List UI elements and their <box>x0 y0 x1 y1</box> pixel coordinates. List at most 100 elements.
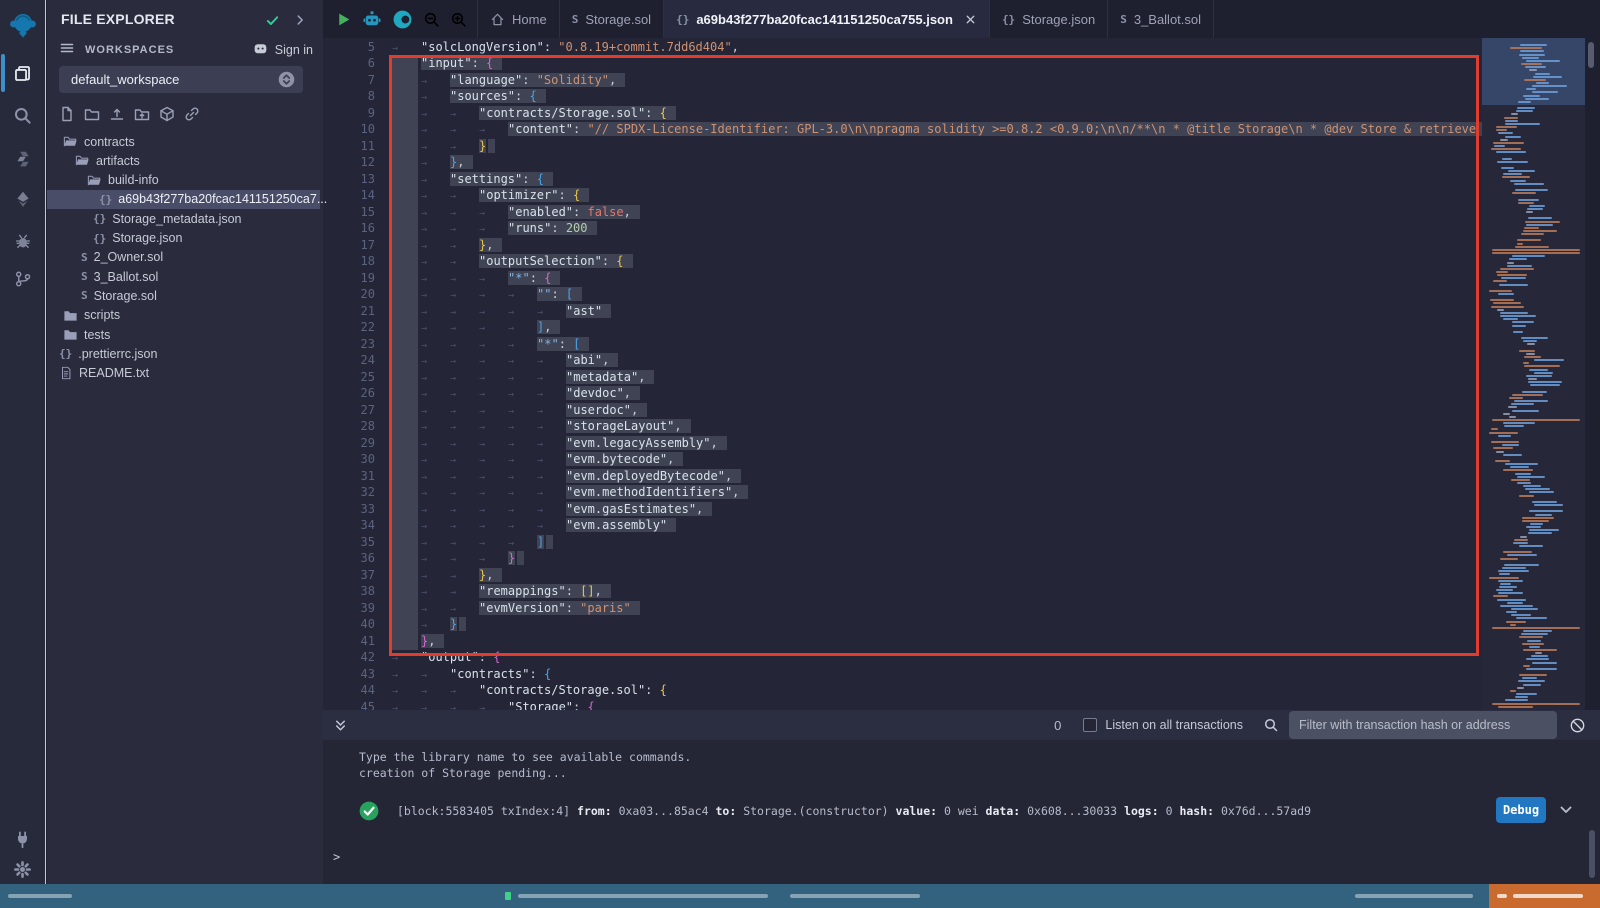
code-line: 19 →→→→"*": { <box>323 270 1482 287</box>
code-line: 20 →→→→→"": [ <box>323 286 1482 303</box>
run-icon[interactable] <box>335 11 352 28</box>
load-template-icon[interactable] <box>159 106 175 122</box>
activity-item-solidity-compiler[interactable] <box>0 142 45 176</box>
code-line: 28 →→→→→→"storageLayout", <box>323 418 1482 435</box>
tab-a69b43f277ba20fcac141151250ca755.json[interactable]: {}a69b43f277ba20fcac141151250ca755.json <box>664 0 990 38</box>
tree-item[interactable]: {}.prettierrc.json <box>47 344 320 363</box>
chevron-right-icon[interactable] <box>293 13 307 32</box>
activity-item-file-explorer[interactable] <box>0 56 45 90</box>
debug-button[interactable]: Debug <box>1496 797 1546 823</box>
toggle-icon[interactable] <box>392 9 413 30</box>
ai-assistant-icon[interactable] <box>362 9 382 29</box>
activity-item-git[interactable] <box>0 262 45 296</box>
terminal-panel: 0 Listen on all transactions Type the li… <box>323 710 1600 884</box>
status-item <box>790 894 920 898</box>
close-icon[interactable] <box>964 13 977 26</box>
code-line: 17 →→→}, <box>323 237 1482 254</box>
tree-item[interactable]: {}Storage_metadata.json <box>47 209 320 228</box>
upload-folder-icon[interactable] <box>134 106 150 122</box>
terminal-collapse-icon[interactable] <box>333 718 348 733</box>
terminal-scrollbar-thumb[interactable] <box>1589 830 1595 878</box>
code-line: 30 →→→→→→"evm.bytecode", <box>323 451 1482 468</box>
new-file-icon[interactable] <box>59 106 75 122</box>
zoom-out-icon[interactable] <box>423 11 440 28</box>
activity-item-plugin-manager[interactable] <box>0 822 45 856</box>
code-line: 21 →→→→→→"ast" <box>323 303 1482 320</box>
editor-scrollbar-thumb[interactable] <box>1588 42 1594 68</box>
tree-item[interactable]: S3_Ballot.sol <box>47 267 320 286</box>
tab-Home[interactable]: Home <box>477 0 560 38</box>
search-icon[interactable] <box>1263 717 1279 733</box>
code-line: 9 →→→"contracts/Storage.sol": { <box>323 105 1482 122</box>
code-line: 44 →→→"contracts/Storage.sol": { <box>323 682 1482 699</box>
code-line: 23 →→→→→"*": [ <box>323 336 1482 353</box>
code-line: 29 →→→→→→"evm.legacyAssembly", <box>323 435 1482 452</box>
code-editor[interactable]: 4 →"solcVersion": "0.8.19", 5 →"solcLong… <box>323 38 1482 710</box>
hamburger-menu-icon[interactable] <box>59 40 75 61</box>
workspace-select[interactable]: default_workspace <box>59 66 303 93</box>
import-url-icon[interactable] <box>184 106 200 122</box>
tree-item[interactable]: S2_Owner.sol <box>47 248 320 267</box>
activity-bar <box>0 0 46 884</box>
tree-item[interactable]: {}Storage.json <box>47 229 320 248</box>
transaction-count-badge: 0 <box>1054 718 1061 733</box>
terminal-line: Type the library name to see available c… <box>359 750 691 764</box>
code-line: 25 →→→→→→"metadata", <box>323 369 1482 386</box>
minimap[interactable] <box>1482 38 1585 710</box>
code-line: 12 →→}, <box>323 154 1482 171</box>
code-line: 15 →→→→"enabled": false, <box>323 204 1482 221</box>
workspaces-label: WORKSPACES <box>85 44 174 56</box>
tree-item[interactable]: tests <box>47 325 320 344</box>
status-item <box>8 894 72 898</box>
clear-console-icon[interactable] <box>1569 717 1586 734</box>
activity-item-search[interactable] <box>0 98 45 132</box>
upload-file-icon[interactable] <box>109 106 125 122</box>
tree-item[interactable]: SStorage.sol <box>47 286 320 305</box>
code-line: 26 →→→→→→"devdoc", <box>323 385 1482 402</box>
tree-item[interactable]: contracts <box>47 132 320 151</box>
tree-item[interactable]: scripts <box>47 306 320 325</box>
code-line: 45 →→→→"Storage": { <box>323 699 1482 711</box>
zoom-in-icon[interactable] <box>450 11 467 28</box>
listen-all-label: Listen on all transactions <box>1105 718 1243 732</box>
code-line: 37 →→→}, <box>323 567 1482 584</box>
code-line: 18 →→→"outputSelection": { <box>323 253 1482 270</box>
terminal-bar: 0 Listen on all transactions <box>323 710 1600 740</box>
expand-transaction-icon[interactable] <box>1558 802 1574 823</box>
code-line: 33 →→→→→→"evm.gasEstimates", <box>323 501 1482 518</box>
new-folder-icon[interactable] <box>84 106 100 122</box>
file-explorer-toolbar <box>59 106 200 122</box>
code-line: 5 →"solcLongVersion": "0.8.19+commit.7dd… <box>323 39 1482 56</box>
code-line: 41 →}, <box>323 633 1482 650</box>
activity-item-debugger[interactable] <box>0 224 45 258</box>
terminal-prompt[interactable]: > <box>333 850 340 864</box>
transaction-log-row[interactable]: [block:5583405 txIndex:4] from: 0xa03...… <box>359 798 1580 824</box>
remix-ide-window: FILE EXPLORER WORKSPACES Sign in default… <box>0 0 1600 908</box>
code-line: 8 →→"sources": { <box>323 88 1482 105</box>
code-line: 35 →→→→→] <box>323 534 1482 551</box>
tree-item[interactable]: build-info <box>47 171 320 190</box>
activity-item-settings[interactable] <box>0 852 45 886</box>
tree-item[interactable]: README.txt <box>47 364 320 383</box>
tree-item[interactable]: {}a69b43f277ba20fcac141151250ca7... <box>47 190 320 209</box>
status-ai-icon <box>505 892 511 900</box>
tab-Storage.sol[interactable]: SStorage.sol <box>560 0 664 38</box>
tree-item[interactable]: artifacts <box>47 151 320 170</box>
code-line: 14 →→→"optimizer": { <box>323 187 1482 204</box>
code-line: 38 →→→"remappings": [], <box>323 583 1482 600</box>
code-line: 43 →→"contracts": { <box>323 666 1482 683</box>
success-check-icon <box>359 801 379 821</box>
remix-logo <box>0 8 45 42</box>
activity-item-deploy-run[interactable] <box>0 182 45 216</box>
status-item <box>1355 894 1473 898</box>
check-icon <box>265 13 280 33</box>
code-line: 40 →→} <box>323 616 1482 633</box>
code-line: 34 →→→→→→"evm.assembly" <box>323 517 1482 534</box>
code-line: 7 →→"language": "Solidity", <box>323 72 1482 89</box>
sign-in-button[interactable]: Sign in <box>252 40 313 60</box>
status-badge[interactable] <box>1489 884 1600 908</box>
transaction-filter-input[interactable] <box>1289 711 1557 739</box>
listen-all-checkbox[interactable] <box>1083 718 1097 732</box>
tab-3_Ballot.sol[interactable]: S3_Ballot.sol <box>1108 0 1214 38</box>
tab-Storage.json[interactable]: {}Storage.json <box>990 0 1108 38</box>
